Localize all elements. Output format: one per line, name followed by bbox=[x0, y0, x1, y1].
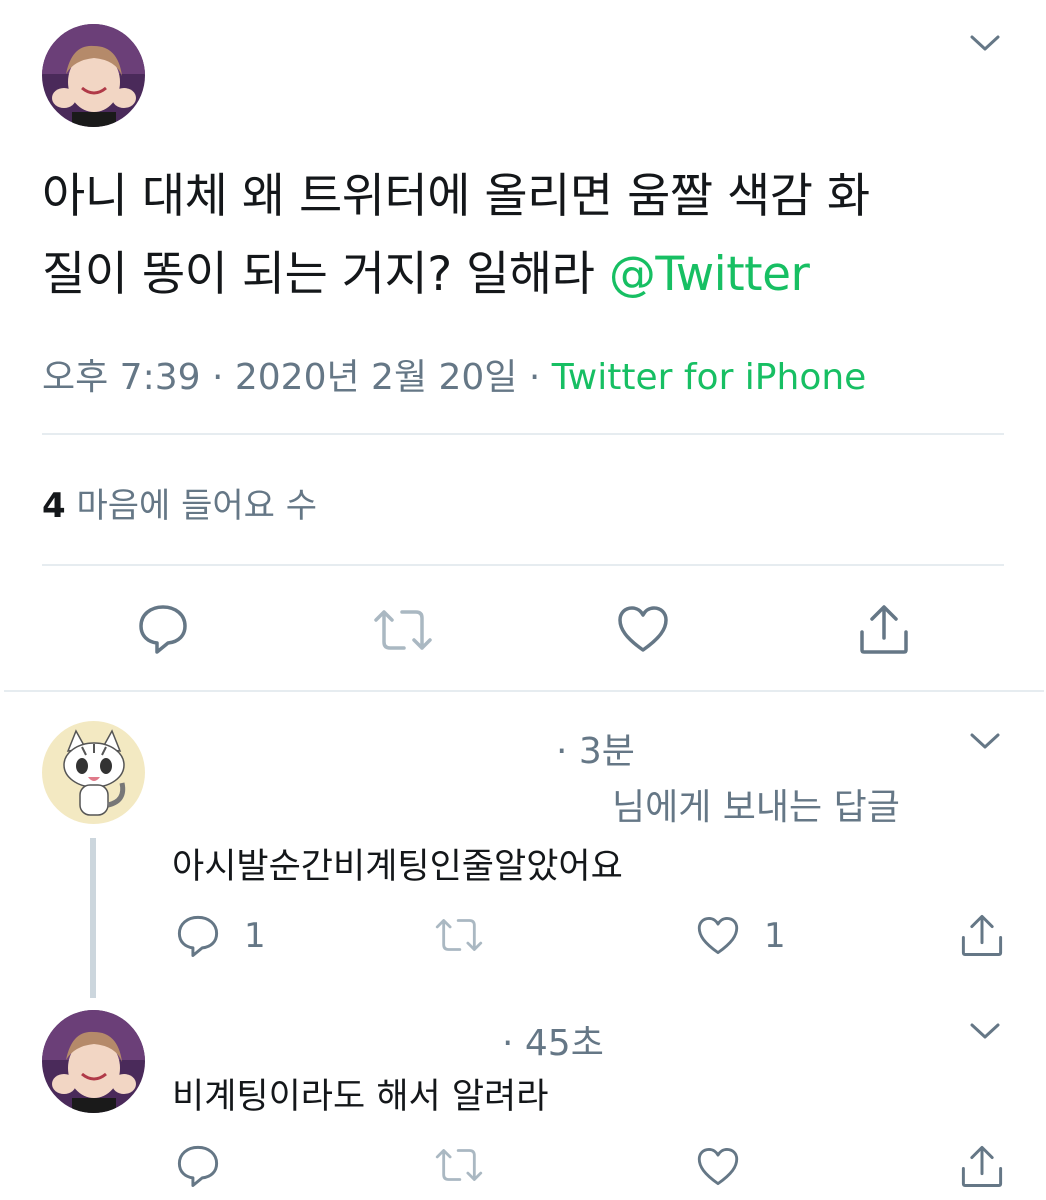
tweet-text-line-2-body: 질이 똥이 되는 거지? 일해라 bbox=[42, 247, 595, 302]
reply-1-like-count: 1 bbox=[764, 915, 786, 956]
reply-1-replying-to: 님에게 보내는 답글 bbox=[612, 787, 900, 828]
reply-2-avatar[interactable] bbox=[42, 1010, 145, 1113]
reply-icon bbox=[177, 1145, 219, 1187]
likes-summary[interactable]: 4 마음에 들어요 수 bbox=[42, 478, 317, 527]
tweet-source-link[interactable]: Twitter for iPhone bbox=[552, 357, 867, 398]
reply-1-time[interactable]: · 3분 bbox=[556, 722, 635, 774]
reply-1-chevron-down-icon[interactable] bbox=[968, 730, 1002, 752]
likes-count: 4 bbox=[42, 486, 66, 526]
reply-1-retweet-button[interactable] bbox=[434, 917, 484, 953]
reply-1-reply-count: 1 bbox=[244, 916, 266, 956]
heart-icon bbox=[618, 606, 668, 652]
more-options-chevron-down-icon[interactable] bbox=[968, 32, 1002, 54]
reply-icon bbox=[139, 605, 187, 654]
divider bbox=[4, 690, 1044, 692]
reply-2-like-button[interactable] bbox=[696, 1146, 740, 1187]
reply-1-reply-button[interactable]: 1 bbox=[176, 914, 266, 958]
reply-2-time[interactable]: · 45초 bbox=[502, 1014, 604, 1066]
reply-1-avatar[interactable] bbox=[42, 721, 145, 824]
tweet-meta: 오후 7:39 · 2020년 2월 20일 · Twitter for iPh… bbox=[42, 348, 866, 400]
retweet-icon bbox=[435, 919, 483, 951]
divider bbox=[42, 564, 1004, 566]
retweet-button[interactable] bbox=[372, 608, 434, 652]
reply-2-text: 비계팅이라도 해서 알려라 bbox=[172, 1077, 549, 1117]
reply-1-share-button[interactable] bbox=[960, 912, 1004, 958]
reply-2-reply-button[interactable] bbox=[176, 1144, 220, 1188]
reply-2-share-button[interactable] bbox=[960, 1143, 1004, 1189]
main-tweet-avatar[interactable] bbox=[42, 24, 145, 127]
tweet-text-line-2: 질이 똥이 되는 거지? 일해라 @Twitter bbox=[42, 236, 1012, 314]
reply-2-chevron-down-icon[interactable] bbox=[968, 1020, 1002, 1042]
reply-2-retweet-button[interactable] bbox=[434, 1147, 484, 1183]
tweet-timestamp[interactable]: 오후 7:39 · 2020년 2월 20일 · bbox=[42, 357, 552, 398]
thread-connector bbox=[90, 838, 96, 998]
share-icon bbox=[860, 605, 908, 654]
share-icon bbox=[961, 1145, 1003, 1187]
reply-button[interactable] bbox=[137, 603, 189, 655]
reply-1-text: 아시발순간비계팅인줄알았어요 bbox=[172, 847, 623, 887]
mention-link[interactable]: @Twitter bbox=[609, 247, 810, 302]
share-icon bbox=[961, 914, 1003, 956]
retweet-icon bbox=[435, 1149, 483, 1181]
reply-icon bbox=[177, 915, 219, 957]
divider bbox=[42, 433, 1004, 435]
like-button[interactable] bbox=[616, 604, 670, 654]
reply-1-like-button[interactable]: 1 bbox=[696, 915, 786, 956]
retweet-icon bbox=[374, 610, 432, 650]
heart-icon bbox=[697, 916, 739, 955]
tweet-text: 아니 대체 왜 트위터에 올리면 움짤 색감 화 질이 똥이 되는 거지? 일해… bbox=[42, 158, 1012, 314]
share-button[interactable] bbox=[858, 602, 910, 656]
tweet-text-line-1: 아니 대체 왜 트위터에 올리면 움짤 색감 화 bbox=[42, 169, 870, 224]
likes-label: 마음에 들어요 수 bbox=[65, 486, 318, 526]
heart-icon bbox=[697, 1147, 739, 1186]
